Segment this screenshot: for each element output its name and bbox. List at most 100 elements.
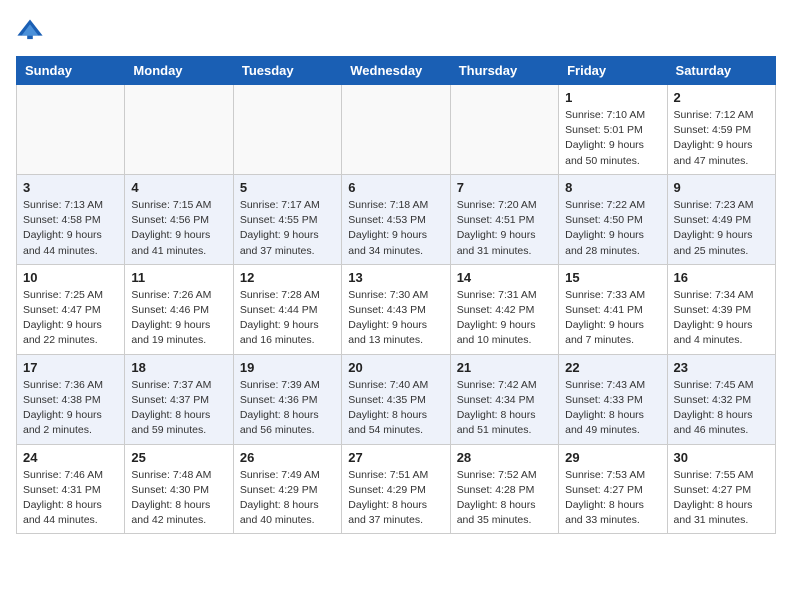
day-info: Sunrise: 7:45 AMSunset: 4:32 PMDaylight:… [674, 378, 769, 439]
day-info: Sunrise: 7:18 AMSunset: 4:53 PMDaylight:… [348, 198, 443, 259]
calendar-cell [233, 85, 341, 175]
day-info: Sunrise: 7:40 AMSunset: 4:35 PMDaylight:… [348, 378, 443, 439]
day-number: 16 [674, 270, 769, 285]
calendar-cell: 18 Sunrise: 7:37 AMSunset: 4:37 PMDayligh… [125, 354, 233, 444]
day-number: 17 [23, 360, 118, 375]
day-number: 12 [240, 270, 335, 285]
day-number: 14 [457, 270, 552, 285]
day-number: 2 [674, 90, 769, 105]
calendar-cell: 21 Sunrise: 7:42 AMSunset: 4:34 PMDayligh… [450, 354, 558, 444]
day-number: 6 [348, 180, 443, 195]
calendar-cell: 26 Sunrise: 7:49 AMSunset: 4:29 PMDayligh… [233, 444, 341, 534]
day-info: Sunrise: 7:17 AMSunset: 4:55 PMDaylight:… [240, 198, 335, 259]
day-number: 4 [131, 180, 226, 195]
calendar-cell: 5 Sunrise: 7:17 AMSunset: 4:55 PMDaylight… [233, 174, 341, 264]
day-number: 29 [565, 450, 660, 465]
calendar-cell: 9 Sunrise: 7:23 AMSunset: 4:49 PMDaylight… [667, 174, 775, 264]
day-number: 9 [674, 180, 769, 195]
day-info: Sunrise: 7:39 AMSunset: 4:36 PMDaylight:… [240, 378, 335, 439]
calendar-cell: 14 Sunrise: 7:31 AMSunset: 4:42 PMDayligh… [450, 264, 558, 354]
day-info: Sunrise: 7:25 AMSunset: 4:47 PMDaylight:… [23, 288, 118, 349]
day-number: 18 [131, 360, 226, 375]
day-number: 26 [240, 450, 335, 465]
calendar-week-3: 10 Sunrise: 7:25 AMSunset: 4:47 PMDayligh… [17, 264, 776, 354]
day-number: 11 [131, 270, 226, 285]
day-number: 21 [457, 360, 552, 375]
day-number: 8 [565, 180, 660, 195]
day-number: 3 [23, 180, 118, 195]
calendar-cell: 28 Sunrise: 7:52 AMSunset: 4:28 PMDayligh… [450, 444, 558, 534]
day-info: Sunrise: 7:53 AMSunset: 4:27 PMDaylight:… [565, 468, 660, 529]
calendar-cell: 11 Sunrise: 7:26 AMSunset: 4:46 PMDayligh… [125, 264, 233, 354]
day-info: Sunrise: 7:42 AMSunset: 4:34 PMDaylight:… [457, 378, 552, 439]
calendar-table: SundayMondayTuesdayWednesdayThursdayFrid… [16, 56, 776, 534]
calendar-cell: 19 Sunrise: 7:39 AMSunset: 4:36 PMDayligh… [233, 354, 341, 444]
weekday-header-sunday: Sunday [17, 57, 125, 85]
day-info: Sunrise: 7:31 AMSunset: 4:42 PMDaylight:… [457, 288, 552, 349]
calendar-cell: 30Sunrise: 7:55 AMSunset: 4:27 PMDayligh… [667, 444, 775, 534]
calendar-cell [17, 85, 125, 175]
calendar-cell: 25 Sunrise: 7:48 AMSunset: 4:30 PMDayligh… [125, 444, 233, 534]
day-number: 5 [240, 180, 335, 195]
weekday-header-saturday: Saturday [667, 57, 775, 85]
calendar-cell: 29 Sunrise: 7:53 AMSunset: 4:27 PMDayligh… [559, 444, 667, 534]
calendar-cell: 17Sunrise: 7:36 AMSunset: 4:38 PMDayligh… [17, 354, 125, 444]
day-info: Sunrise: 7:37 AMSunset: 4:37 PMDaylight:… [131, 378, 226, 439]
day-number: 28 [457, 450, 552, 465]
day-number: 23 [674, 360, 769, 375]
calendar-cell: 27 Sunrise: 7:51 AMSunset: 4:29 PMDayligh… [342, 444, 450, 534]
day-info: Sunrise: 7:13 AMSunset: 4:58 PMDaylight:… [23, 198, 118, 259]
day-info: Sunrise: 7:26 AMSunset: 4:46 PMDaylight:… [131, 288, 226, 349]
calendar-cell: 16 Sunrise: 7:34 AMSunset: 4:39 PMDayligh… [667, 264, 775, 354]
calendar-cell: 24Sunrise: 7:46 AMSunset: 4:31 PMDayligh… [17, 444, 125, 534]
weekday-header-friday: Friday [559, 57, 667, 85]
calendar-cell: 15 Sunrise: 7:33 AMSunset: 4:41 PMDayligh… [559, 264, 667, 354]
day-info: Sunrise: 7:43 AMSunset: 4:33 PMDaylight:… [565, 378, 660, 439]
calendar-header-row: SundayMondayTuesdayWednesdayThursdayFrid… [17, 57, 776, 85]
calendar-week-5: 24Sunrise: 7:46 AMSunset: 4:31 PMDayligh… [17, 444, 776, 534]
calendar-week-2: 3 Sunrise: 7:13 AMSunset: 4:58 PMDaylight… [17, 174, 776, 264]
calendar-cell: 23 Sunrise: 7:45 AMSunset: 4:32 PMDayligh… [667, 354, 775, 444]
calendar-cell: 8Sunrise: 7:22 AMSunset: 4:50 PMDaylight… [559, 174, 667, 264]
day-info: Sunrise: 7:15 AMSunset: 4:56 PMDaylight:… [131, 198, 226, 259]
day-number: 1 [565, 90, 660, 105]
calendar-cell [125, 85, 233, 175]
logo-icon [16, 16, 44, 44]
calendar-cell: 4 Sunrise: 7:15 AMSunset: 4:56 PMDaylight… [125, 174, 233, 264]
day-number: 27 [348, 450, 443, 465]
day-number: 19 [240, 360, 335, 375]
calendar-cell: 13Sunrise: 7:30 AMSunset: 4:43 PMDayligh… [342, 264, 450, 354]
day-info: Sunrise: 7:52 AMSunset: 4:28 PMDaylight:… [457, 468, 552, 529]
day-info: Sunrise: 7:34 AMSunset: 4:39 PMDaylight:… [674, 288, 769, 349]
calendar-week-1: 1 Sunrise: 7:10 AMSunset: 5:01 PMDaylight… [17, 85, 776, 175]
calendar-week-4: 17Sunrise: 7:36 AMSunset: 4:38 PMDayligh… [17, 354, 776, 444]
day-info: Sunrise: 7:48 AMSunset: 4:30 PMDaylight:… [131, 468, 226, 529]
day-number: 22 [565, 360, 660, 375]
calendar-cell [450, 85, 558, 175]
calendar-cell: 3 Sunrise: 7:13 AMSunset: 4:58 PMDaylight… [17, 174, 125, 264]
day-info: Sunrise: 7:30 AMSunset: 4:43 PMDaylight:… [348, 288, 443, 349]
day-number: 15 [565, 270, 660, 285]
day-number: 25 [131, 450, 226, 465]
day-info: Sunrise: 7:33 AMSunset: 4:41 PMDaylight:… [565, 288, 660, 349]
day-number: 7 [457, 180, 552, 195]
day-number: 10 [23, 270, 118, 285]
calendar-cell: 20 Sunrise: 7:40 AMSunset: 4:35 PMDayligh… [342, 354, 450, 444]
weekday-header-wednesday: Wednesday [342, 57, 450, 85]
calendar-cell: 2 Sunrise: 7:12 AMSunset: 4:59 PMDaylight… [667, 85, 775, 175]
day-number: 20 [348, 360, 443, 375]
day-info: Sunrise: 7:51 AMSunset: 4:29 PMDaylight:… [348, 468, 443, 529]
day-info: Sunrise: 7:55 AMSunset: 4:27 PMDaylight:… [674, 468, 769, 529]
calendar-cell [342, 85, 450, 175]
calendar-cell: 1 Sunrise: 7:10 AMSunset: 5:01 PMDaylight… [559, 85, 667, 175]
day-info: Sunrise: 7:20 AMSunset: 4:51 PMDaylight:… [457, 198, 552, 259]
page-header [16, 16, 776, 44]
day-info: Sunrise: 7:12 AMSunset: 4:59 PMDaylight:… [674, 108, 769, 169]
day-info: Sunrise: 7:23 AMSunset: 4:49 PMDaylight:… [674, 198, 769, 259]
day-info: Sunrise: 7:46 AMSunset: 4:31 PMDaylight:… [23, 468, 118, 529]
day-info: Sunrise: 7:28 AMSunset: 4:44 PMDaylight:… [240, 288, 335, 349]
day-info: Sunrise: 7:10 AMSunset: 5:01 PMDaylight:… [565, 108, 660, 169]
calendar-cell: 10 Sunrise: 7:25 AMSunset: 4:47 PMDayligh… [17, 264, 125, 354]
weekday-header-thursday: Thursday [450, 57, 558, 85]
day-info: Sunrise: 7:49 AMSunset: 4:29 PMDaylight:… [240, 468, 335, 529]
